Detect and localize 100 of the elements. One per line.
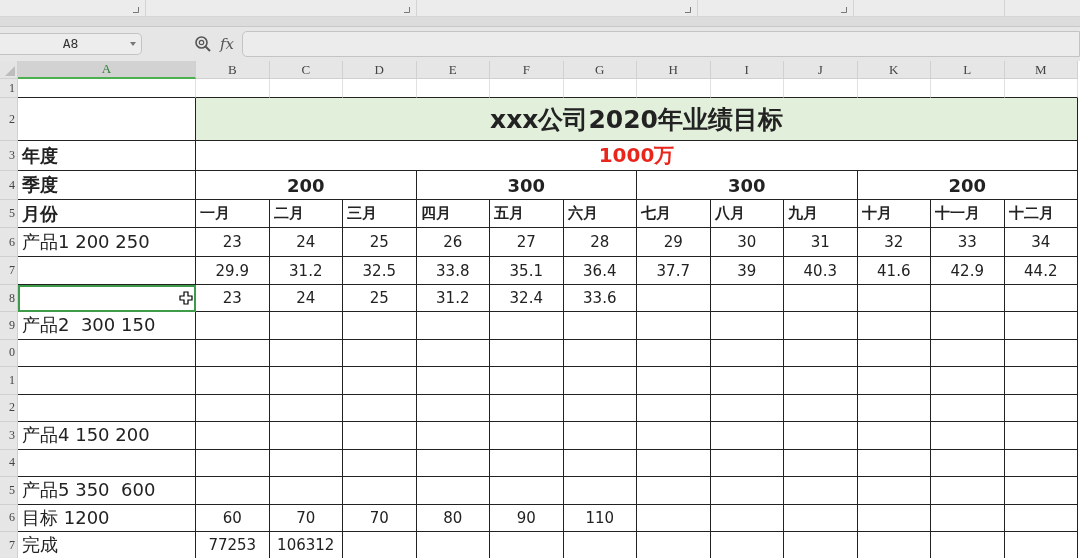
month-header: 四月 [416, 200, 490, 228]
table-cell: 29 [637, 228, 711, 257]
month-header: 十月 [857, 200, 931, 228]
row-label: 产品1 200 250 [18, 228, 196, 257]
table-cell: 90 [490, 504, 564, 532]
sheet-title: xxx公司2020年业绩目标 [196, 98, 1078, 141]
dialog-launcher-icon[interactable] [685, 7, 691, 13]
table-cell: 32 [857, 228, 931, 257]
table-cell: 31.2 [269, 257, 343, 285]
column-header[interactable]: K [857, 61, 931, 79]
table-cell: 32.5 [343, 257, 417, 285]
table-cell: 33.6 [563, 285, 637, 312]
table-cell: 80 [416, 504, 490, 532]
selected-cell[interactable] [18, 285, 196, 312]
row-header[interactable]: 6 [0, 504, 18, 532]
quarter-target: 300 [637, 171, 858, 200]
month-header: 二月 [269, 200, 343, 228]
table-cell: 25 [343, 228, 417, 257]
annual-target: 1000万 [196, 141, 1078, 171]
table-cell: 42.9 [931, 257, 1005, 285]
row-label: 月份 [18, 200, 196, 228]
table-cell: 37.7 [637, 257, 711, 285]
formula-input[interactable] [242, 30, 1080, 57]
quarter-target: 200 [857, 171, 1078, 200]
row-header[interactable]: 5 [0, 477, 18, 505]
table-cell: 28 [563, 228, 637, 257]
month-header: 十一月 [931, 200, 1005, 228]
row-header[interactable]: 9 [0, 312, 18, 340]
dialog-launcher-icon[interactable] [133, 7, 139, 13]
row-label: 目标 1200 [18, 504, 196, 532]
table-cell: 23 [196, 228, 270, 257]
column-header[interactable]: E [416, 61, 490, 79]
row-header[interactable]: 6 [0, 228, 18, 257]
row-header[interactable]: 8 [0, 285, 18, 312]
row-header[interactable]: 7 [0, 532, 18, 558]
table-cell: 36.4 [563, 257, 637, 285]
table-cell: 110 [563, 504, 637, 532]
row-header[interactable]: 2 [0, 98, 18, 141]
row-label: 产品2 300 150 [18, 312, 196, 340]
month-header: 九月 [784, 200, 858, 228]
row-header[interactable]: 7 [0, 257, 18, 285]
table-cell: 27 [490, 228, 564, 257]
dialog-launcher-icon[interactable] [404, 7, 410, 13]
table-cell: 31 [784, 228, 858, 257]
month-header: 十二月 [1004, 200, 1078, 228]
month-header: 六月 [563, 200, 637, 228]
table-cell: 25 [343, 285, 417, 312]
table-cell: 24 [269, 228, 343, 257]
row-label: 产品4 150 200 [18, 422, 196, 450]
quarter-target: 300 [416, 171, 637, 200]
row-header[interactable]: 4 [0, 449, 18, 477]
table-cell: 41.6 [857, 257, 931, 285]
table-cell: 70 [343, 504, 417, 532]
row-header[interactable]: 2 [0, 394, 18, 422]
cursor-icon [179, 291, 193, 305]
month-header: 七月 [637, 200, 711, 228]
table-cell: 70 [269, 504, 343, 532]
month-header: 五月 [490, 200, 564, 228]
row-label: 季度 [18, 171, 196, 200]
table-cell: 40.3 [784, 257, 858, 285]
row-header[interactable]: 4 [0, 171, 18, 200]
row-label: 年度 [18, 141, 196, 171]
column-header[interactable]: D [343, 61, 417, 79]
function-label[interactable]: fx [220, 34, 234, 53]
column-header[interactable]: C [269, 61, 343, 79]
caret-icon[interactable] [130, 41, 136, 47]
column-header[interactable]: A [18, 61, 196, 79]
table-cell: 33.8 [416, 257, 490, 285]
column-header[interactable]: I [710, 61, 784, 79]
table-cell: 26 [416, 228, 490, 257]
row-header[interactable]: 0 [0, 339, 18, 367]
table-cell: 29.9 [196, 257, 270, 285]
row-header[interactable]: 3 [0, 141, 18, 171]
table-cell: 23 [196, 285, 270, 312]
zoom-icon[interactable] [194, 34, 212, 53]
row-header[interactable]: 1 [0, 79, 18, 98]
dialog-launcher-icon[interactable] [841, 7, 847, 13]
month-header: 三月 [343, 200, 417, 228]
column-header[interactable]: J [784, 61, 858, 79]
column-header[interactable]: H [637, 61, 711, 79]
name-box[interactable]: A8 [0, 32, 142, 55]
table-cell: 30 [710, 228, 784, 257]
month-header: 八月 [710, 200, 784, 228]
row-header[interactable]: 1 [0, 367, 18, 395]
column-header[interactable]: L [931, 61, 1005, 79]
table-cell: 35.1 [490, 257, 564, 285]
table-cell: 39 [710, 257, 784, 285]
column-header[interactable]: F [490, 61, 564, 79]
quarter-target: 200 [196, 171, 417, 200]
table-cell: 32.4 [490, 285, 564, 312]
row-header[interactable]: 3 [0, 422, 18, 450]
row-header[interactable]: 5 [0, 200, 18, 228]
column-header[interactable]: G [563, 61, 637, 79]
column-header[interactable]: B [196, 61, 270, 79]
table-cell: 31.2 [416, 285, 490, 312]
table-cell: 34 [1004, 228, 1078, 257]
table-cell: 24 [269, 285, 343, 312]
column-header[interactable]: M [1004, 61, 1078, 79]
table-cell: 60 [196, 504, 270, 532]
table-cell: 44.2 [1004, 257, 1078, 285]
